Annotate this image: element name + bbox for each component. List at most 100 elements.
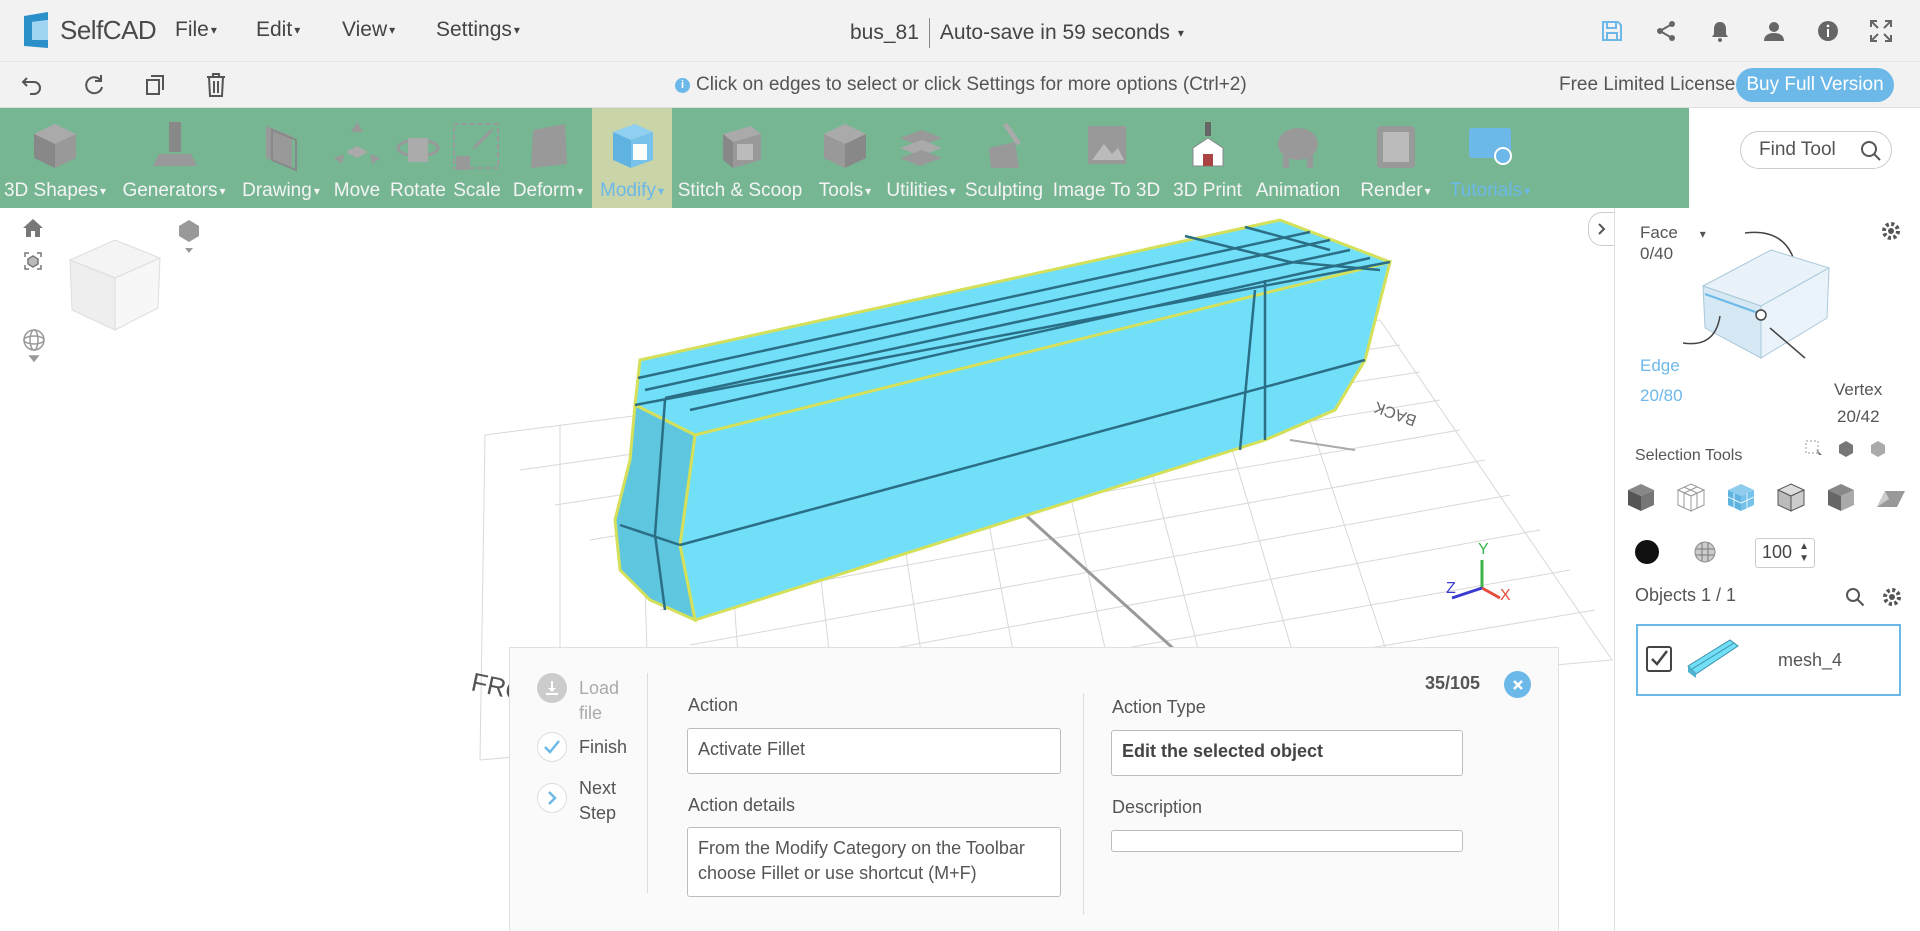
close-icon[interactable] [1504,671,1531,698]
notification-bell-icon[interactable] [1705,16,1735,46]
color-picker[interactable] [1635,540,1659,564]
tool-sculpting[interactable]: Sculpting [960,108,1048,208]
user-icon[interactable] [1759,16,1789,46]
project-name[interactable]: bus_81 [850,21,919,45]
wireframe-cube-icon[interactable] [1675,481,1707,513]
next-step-button[interactable]: Next Step [579,776,629,826]
tool-3d-print[interactable]: 3D Print [1165,108,1250,208]
menu-view[interactable]: View ▾ [342,18,395,42]
select-cube-icon[interactable] [1837,440,1855,458]
tool-3d-shapes[interactable]: 3D Shapes ▾ [0,108,110,208]
tool-animation[interactable]: Animation [1250,108,1346,208]
generator-icon [145,118,203,174]
stepper-arrows-icon[interactable]: ▲ ▼ [1799,541,1809,565]
gear-icon[interactable] [1881,586,1903,613]
tool-label: Animation [1255,180,1341,201]
tutorial-step-panel: Load file Finish Next Step Action Activa… [509,647,1559,931]
buy-full-version-button[interactable]: Buy Full Version [1736,68,1894,102]
half-cube-icon[interactable] [1825,481,1857,513]
tool-drawing[interactable]: Drawing ▾ [234,108,328,208]
tool-render[interactable]: Render ▾ [1346,108,1445,208]
app-name: SelfCAD [60,14,157,45]
selfcad-logo[interactable]: SelfCAD [18,10,157,50]
tool-stitch-scoop[interactable]: Stitch & Scoop [672,108,808,208]
action-type-label: Action Type [1112,697,1206,717]
action-details-field: From the Modify Category on the Toolbar … [687,827,1061,897]
object-visibility-checkbox[interactable] [1646,646,1672,672]
vertex-selector[interactable]: Vertex [1834,380,1882,400]
viewport-back-label: BACK [1372,398,1419,429]
modify-icon [603,118,661,174]
load-file-button[interactable]: Load file [579,676,639,726]
drawing-icon [252,118,310,174]
fullscreen-icon[interactable] [1866,16,1896,46]
selection-mode-diagram[interactable] [1675,228,1875,378]
undo-icon[interactable] [17,70,47,100]
license-label: Free Limited License [1559,74,1736,95]
menu-file[interactable]: File ▾ [175,18,217,42]
mesh-object-bus[interactable] [613,218,1393,623]
chevron-down-icon: ▾ [210,23,217,38]
share-icon[interactable] [1651,16,1681,46]
tool-tools[interactable]: Tools ▾ [808,108,882,208]
action-label: Action [688,695,739,715]
selfcad-app: SelfCAD File ▾ Edit ▾ View ▾ Settings ▾ bus_… [0,0,1920,931]
hint-message: i Click on edges to select or click Sett… [675,74,1247,96]
object-list-item[interactable]: mesh_4 [1636,624,1901,696]
tool-move[interactable]: Move [328,108,386,208]
search-icon[interactable] [1844,586,1866,613]
collapse-panel-icon[interactable] [1588,212,1616,246]
find-tool-input[interactable]: Find Tool [1759,139,1836,161]
tool-scale[interactable]: Scale [450,108,504,208]
info-icon[interactable] [1813,16,1843,46]
finish-button[interactable]: Finish [579,735,627,760]
tool-image-to-3d[interactable]: Image To 3D [1048,108,1165,208]
view-cube[interactable] [60,230,170,345]
chevron-down-icon: ▾ [949,183,956,198]
edge-selector[interactable]: Edge [1640,356,1680,376]
home-view-icon[interactable] [22,218,44,243]
save-icon[interactable] [1597,16,1627,46]
axis-gizmo: Y X Z [1446,541,1511,604]
menu-settings[interactable]: Settings ▾ [436,18,520,42]
grid-axis-line [1289,439,1356,451]
chevron-down-icon[interactable]: ▾ [1178,26,1184,40]
utilities-icon [892,118,950,174]
box-select-icon[interactable] [1805,440,1823,458]
view-perspective-icon[interactable] [176,218,202,259]
tool-deform[interactable]: Deform ▾ [504,108,592,208]
view-mode-icon[interactable] [22,250,44,277]
tool-tutorials[interactable]: Tutorials ▾ [1445,108,1535,208]
opacity-input[interactable]: 100 ▲ ▼ [1755,538,1815,568]
menu-edit[interactable]: Edit ▾ [256,18,300,42]
3d-viewport[interactable]: FRONT BACK Y X Z [0,208,1614,931]
edge-cube-icon[interactable] [1775,481,1807,513]
search-icon[interactable] [1859,139,1883,169]
tool-modify[interactable]: Modify ▾ [592,108,672,208]
tutorials-icon [1461,118,1519,174]
face-count: 0/40 [1640,244,1674,263]
solid-cube-icon[interactable] [1625,481,1657,513]
mesh-cube-icon[interactable] [1725,481,1757,513]
divider [928,18,930,48]
orbit-icon[interactable] [22,328,46,367]
select-cube-faded-icon[interactable] [1869,440,1887,458]
material-texture-icon[interactable] [1693,540,1717,564]
tool-label: Deform ▾ [512,180,584,201]
chevron-down-icon: ▾ [657,183,664,198]
gear-icon[interactable] [1880,220,1902,247]
tool-rotate[interactable]: Rotate [386,108,450,208]
axis-z-label: Z [1446,580,1456,597]
copy-icon[interactable] [140,70,170,100]
delete-trash-icon[interactable] [201,70,231,100]
find-tool-search[interactable]: Find Tool [1740,131,1892,169]
selection-tools-label: Selection Tools [1635,447,1743,464]
tool-label: Drawing ▾ [242,180,320,201]
redo-icon[interactable] [78,70,108,100]
chevron-down-icon: ▾ [313,183,320,198]
plane-icon[interactable] [1875,481,1907,513]
divider [647,673,648,893]
autosave-status[interactable]: Auto-save in 59 seconds [940,21,1170,45]
tool-generators[interactable]: Generators ▾ [116,108,232,208]
tool-utilities[interactable]: Utilities ▾ [882,108,960,208]
